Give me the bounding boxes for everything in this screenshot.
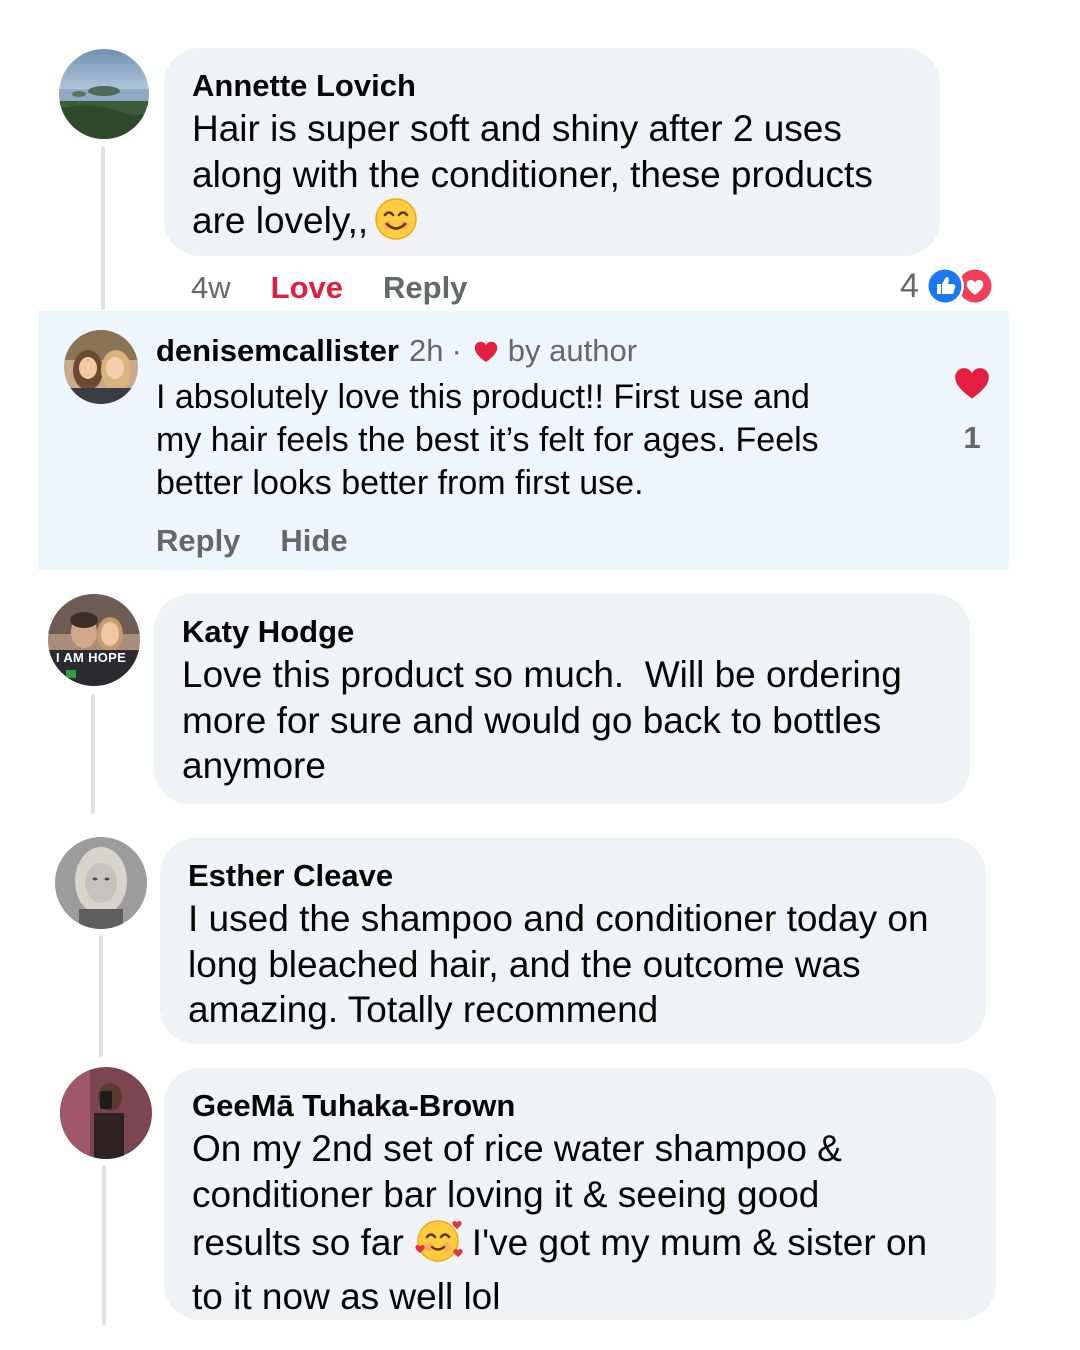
by-author-badge: by author (507, 333, 638, 368)
love-reaction-button[interactable]: Love (271, 268, 343, 308)
author-reply-header: denisemcallister 2h · by author (156, 331, 637, 371)
thread-line-1 (101, 146, 105, 310)
heart-icon (950, 362, 994, 406)
reply-timestamp[interactable]: 2h (409, 333, 443, 369)
reply-author[interactable]: denisemcallister (156, 333, 399, 369)
comment-text: Love this product so much. Will be order… (182, 654, 902, 786)
comment-bubble-esther: Esther Cleave I used the shampoo and con… (160, 838, 986, 1044)
reply-button[interactable]: Reply (156, 521, 240, 561)
comment-author[interactable]: Annette Lovich (192, 66, 912, 106)
comment-timestamp[interactable]: 4w (191, 268, 231, 308)
hide-button[interactable]: Hide (280, 521, 347, 561)
avatar-katy[interactable]: I AM HOPE (48, 594, 140, 686)
comment-bubble-annette: Annette Lovich Hair is super soft and sh… (164, 48, 940, 256)
like-icon (925, 266, 965, 306)
like-count: 1 (963, 420, 981, 455)
comment-bubble-katy: Katy Hodge Love this product so much. Wi… (154, 594, 970, 804)
reply-button[interactable]: Reply (383, 268, 467, 308)
avatar-denisemcallister[interactable] (64, 330, 138, 404)
thread-line-3 (99, 935, 103, 1057)
avatar-annette[interactable] (59, 49, 149, 139)
comment-author[interactable]: GeeMā Tuhaka-Brown (192, 1086, 968, 1126)
reaction-count: 4 (900, 266, 919, 305)
comment-text: Hair is super soft and shiny after 2 use… (192, 106, 912, 252)
separator-dot: · (451, 333, 462, 368)
thread-line-2 (91, 694, 95, 814)
avatar-geema[interactable] (60, 1067, 152, 1159)
comment-text: I used the shampoo and conditioner today… (188, 898, 929, 1030)
avatar-esther[interactable] (55, 837, 147, 929)
reply-text: I absolutely love this product!! First u… (156, 378, 819, 502)
reaction-summary[interactable]: 4 (900, 264, 995, 308)
smiling-face-icon (374, 197, 418, 252)
heart-icon (472, 338, 500, 364)
reply-actions: Reply Hide (156, 521, 388, 561)
thread-line-4 (102, 1165, 106, 1325)
avatar-overlay-text: I AM HOPE (56, 650, 127, 665)
comment-bubble-geema: GeeMā Tuhaka-Brown On my 2nd set of rice… (164, 1068, 996, 1320)
reply-like-button[interactable]: 1 (950, 362, 994, 462)
comment-author[interactable]: Esther Cleave (188, 856, 958, 896)
comment-author[interactable]: Katy Hodge (182, 612, 942, 652)
smiling-face-with-hearts-icon (414, 1217, 464, 1274)
comment-actions-annette: 4w Love Reply (191, 268, 507, 308)
comment-text: On my 2nd set of rice water shampoo & co… (192, 1128, 928, 1317)
